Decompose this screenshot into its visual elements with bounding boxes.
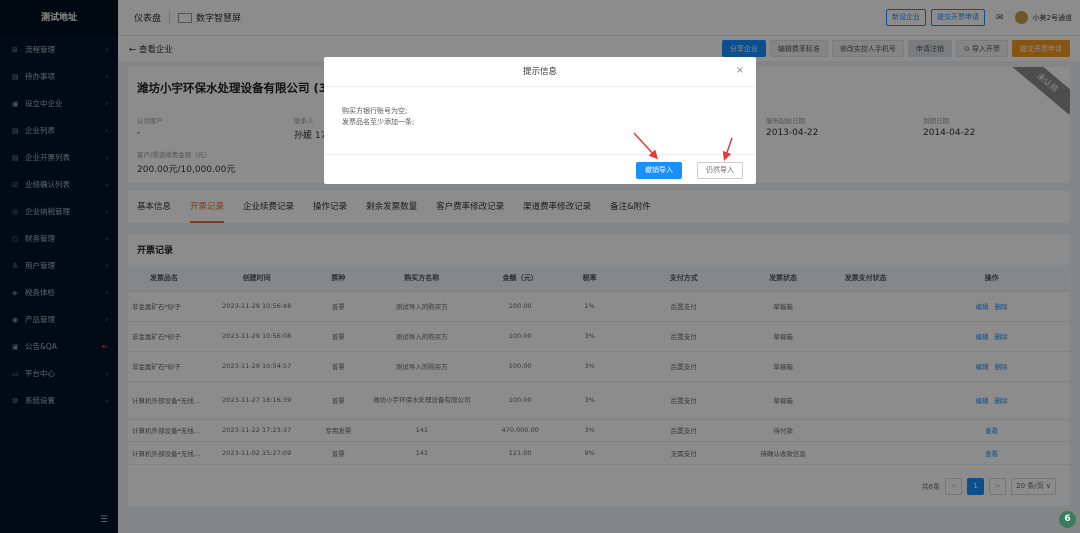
arrow-to-cancel-import [633,132,659,160]
arrow-to-still-import [722,137,733,161]
annotation-arrows [633,132,733,161]
page-number-badge: 6 [1059,511,1076,528]
app-root: 测试地址 ⊞ 流程管理 › ▤ 待办事项 › ▣ 设立中企业 › ▤ 企业列表 › ▤ 企业开票列表 › ☑ 业… [0,0,1080,533]
